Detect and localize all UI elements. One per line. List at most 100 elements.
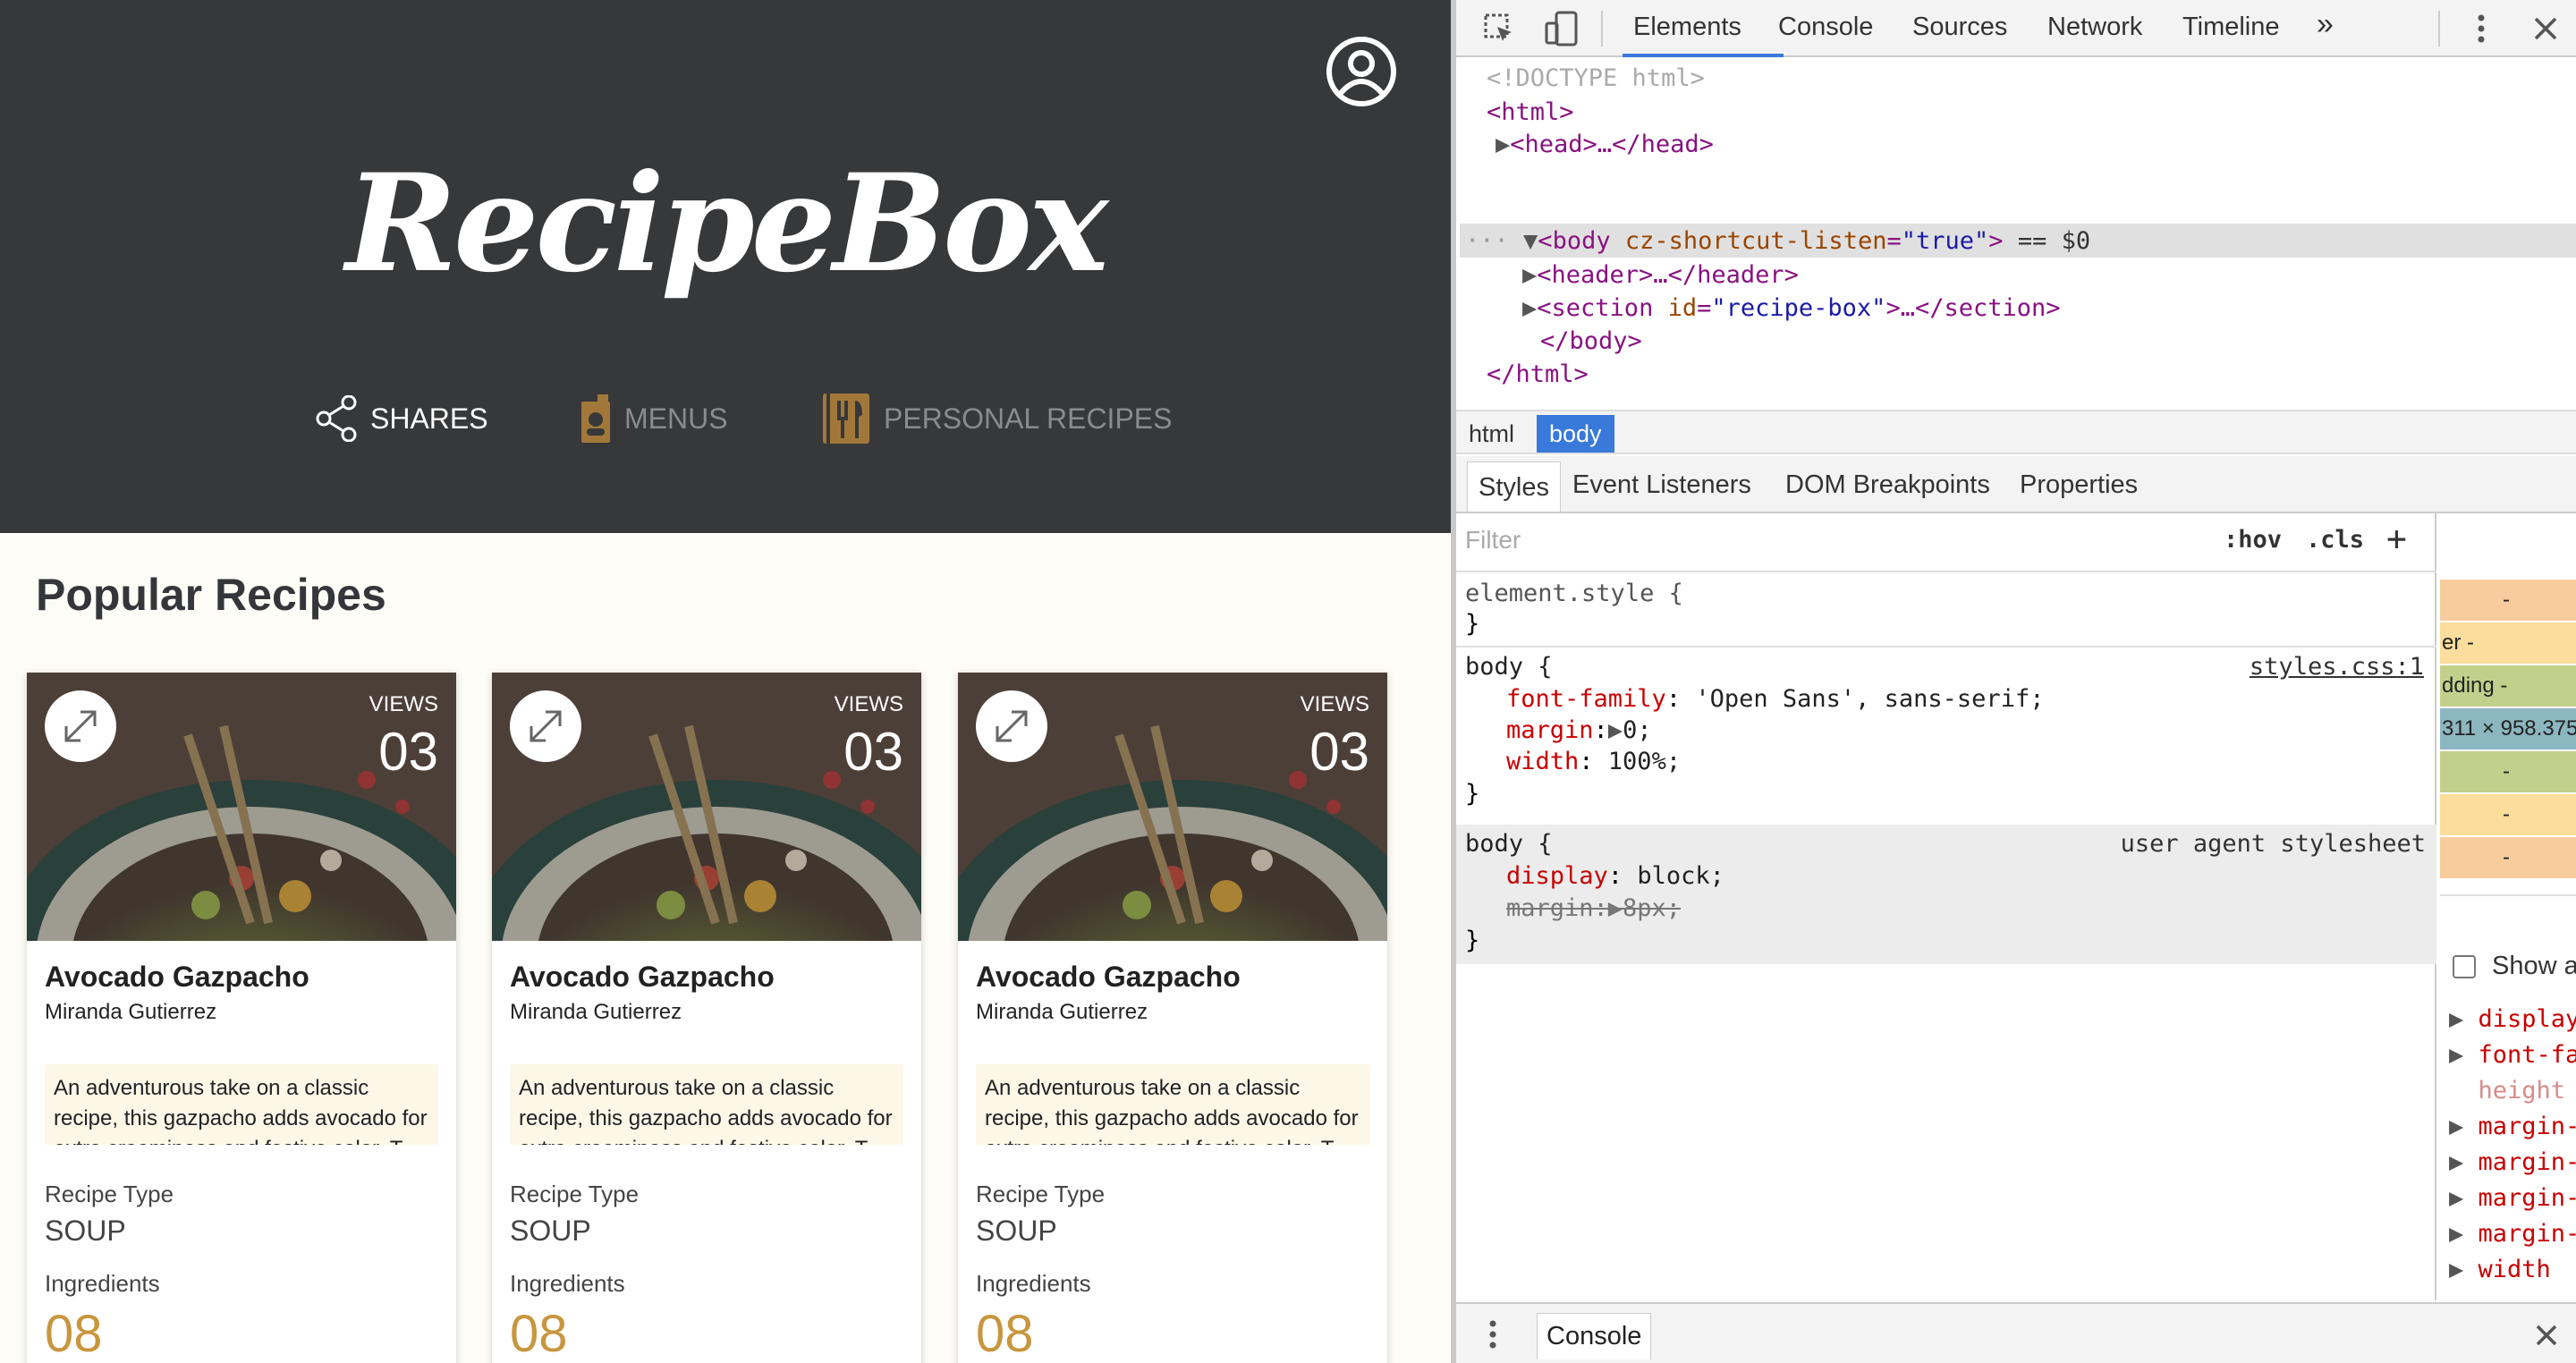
nav-menus-label: MENUS [624,402,728,435]
computed-prop-name: margin- [2478,1184,2576,1212]
dom-doctype: <!DOCTYPE html> [1487,64,1705,92]
ingredients-count: 08 [510,1305,568,1363]
drawer-console-tab[interactable]: Console [1537,1313,1652,1359]
computed-margin[interactable]: ▶ margin- [2449,1109,2576,1145]
tab-elements[interactable]: Elements [1633,13,1741,42]
subtab-properties[interactable]: Properties [2020,470,2138,500]
dom-body-close[interactable]: </body> [1540,326,1642,358]
recipe-title[interactable]: Avocado Gazpacho [976,961,1241,994]
rule-close: } [1465,780,1480,808]
recipe-card[interactable]: VIEWS 03 Avocado Gazpacho Miranda Gutier… [958,673,1387,1363]
expand-icon [996,710,1028,742]
subtab-event-listeners[interactable]: Event Listeners [1572,470,1751,500]
expand-icon [530,710,562,742]
computed-width[interactable]: ▶ width [2449,1252,2551,1288]
close-devtools-icon[interactable] [2533,16,2558,41]
breadcrumb-body[interactable]: body [1537,415,1614,453]
tab-network[interactable]: Network [2047,13,2142,42]
filter-input[interactable]: Filter [1465,526,1521,555]
cls-toggle[interactable]: .cls [2306,526,2364,554]
views-count: 03 [843,722,903,782]
nav-personal-label: PERSONAL RECIPES [884,402,1173,435]
recipe-card[interactable]: VIEWS 03 Avocado Gazpacho Miranda Gutier… [492,673,921,1363]
show-all-checkbox[interactable] [2453,955,2476,978]
recipe-type-value: SOUP [510,1215,591,1247]
prop-width[interactable]: width: 100%; [1506,746,1681,778]
dom-section-node[interactable]: ▶<section id="recipe-box">…</section> [1522,292,2061,325]
expand-button[interactable] [510,690,581,762]
dom-body-tag: body [1552,227,1611,255]
recipe-title[interactable]: Avocado Gazpacho [45,961,309,994]
computed-margin[interactable]: ▶ margin- [2449,1216,2576,1252]
computed-prop-name: margin- [2478,1113,2576,1140]
body-rule-selector[interactable]: body { [1465,651,1553,683]
element-style-rule[interactable]: element.style { [1465,578,1683,610]
computed-prop-name: display [2478,1005,2576,1033]
ingredients-label: Ingredients [510,1270,625,1297]
user-account-icon[interactable] [1324,34,1399,109]
breadcrumb-html[interactable]: html [1456,415,1527,453]
recipe-author: Miranda Gutierrez [976,1000,1148,1024]
prop-font-family[interactable]: font-family: 'Open Sans', sans-serif; [1506,683,2044,715]
dom-header-node[interactable]: ▶<header>…</header> [1522,259,1799,292]
devtools-toolbar: Elements Console Sources Network Timelin… [1456,0,2576,57]
box-model-border: er - [2440,622,2576,664]
dom-section-attr-val: "recipe-box" [1711,294,1886,322]
hov-toggle[interactable]: :hov [2224,526,2282,554]
more-tabs-icon[interactable]: » [2317,7,2334,42]
menu-book-icon [581,394,610,443]
computed-font-family[interactable]: ▶ font-fa [2449,1037,2576,1073]
nav-personal-recipes[interactable]: PERSONAL RECIPES [821,390,1172,447]
recipe-type-label: Recipe Type [976,1181,1106,1207]
nav-shares[interactable]: SHARES [315,390,488,447]
tab-console[interactable]: Console [1778,13,1873,42]
prop-margin[interactable]: margin:▶0; [1506,715,1652,747]
nav-menus[interactable]: MENUS [580,390,728,447]
dom-head-node[interactable]: ▶<head>…</head> [1496,129,1714,161]
tab-timeline[interactable]: Timeline [2182,13,2280,42]
computed-display[interactable]: ▶ display [2449,1002,2576,1037]
dom-section-attr: id [1667,294,1698,322]
recipe-type-value: SOUP [45,1215,126,1247]
dom-html-close[interactable]: </html> [1487,359,1589,391]
more-options-icon[interactable] [2474,13,2488,45]
new-rule-button[interactable]: + [2386,519,2407,558]
prop-value: 'Open Sans', sans-serif; [1695,685,2045,713]
recipe-description: An adventurous take on a classic recipe,… [976,1064,1369,1145]
box-model-margin-bottom: - [2440,837,2576,878]
inspect-element-icon[interactable] [1483,13,1515,45]
site-header: RecipeBox SHARES MENUS PERSONAL RECIPES [0,0,1451,533]
device-toolbar-icon[interactable] [1544,11,1580,47]
computed-margin[interactable]: ▶ margin- [2449,1145,2576,1181]
recipe-author: Miranda Gutierrez [45,1000,217,1024]
cookbook-icon [823,394,869,444]
recipe-image: VIEWS 03 [27,673,456,941]
prop-value: block; [1637,862,1724,890]
box-model-padding-bottom: - [2440,751,2576,792]
dom-html-open[interactable]: <html> [1487,97,1574,129]
computed-margin[interactable]: ▶ margin- [2449,1181,2576,1216]
subtab-styles[interactable]: Styles [1467,461,1561,512]
toolbar-divider [1601,11,1603,47]
box-model-margin: - [2440,580,2576,621]
recipe-card[interactable]: VIEWS 03 Avocado Gazpacho Miranda Gutier… [27,673,456,1363]
computed-height[interactable]: ▶ height [2449,1073,2565,1109]
recipe-type-label: Recipe Type [45,1181,174,1207]
recipe-title[interactable]: Avocado Gazpacho [510,961,775,994]
expand-button[interactable] [45,690,116,762]
box-model-border-bottom: - [2440,794,2576,835]
prop-value: 0; [1623,716,1652,744]
prop-name: margin [1506,716,1594,744]
expand-button[interactable] [976,690,1047,762]
styles-css-link[interactable]: styles.css:1 [2250,651,2424,683]
close-drawer-icon[interactable] [2535,1324,2558,1347]
drawer-menu-icon[interactable] [1487,1318,1499,1350]
tab-sources[interactable]: Sources [1912,13,2007,42]
rule-close: } [1465,927,1480,954]
computed-prop-name: margin- [2478,1220,2576,1248]
show-all-label: Show a [2492,952,2576,980]
dom-body-suffix: == $0 [2017,227,2091,255]
share-icon [316,395,357,442]
dom-body-node[interactable]: ··· ▼<body cz-shortcut-listen="true"> ==… [1465,225,2090,258]
subtab-dom-breakpoints[interactable]: DOM Breakpoints [1785,470,1990,500]
